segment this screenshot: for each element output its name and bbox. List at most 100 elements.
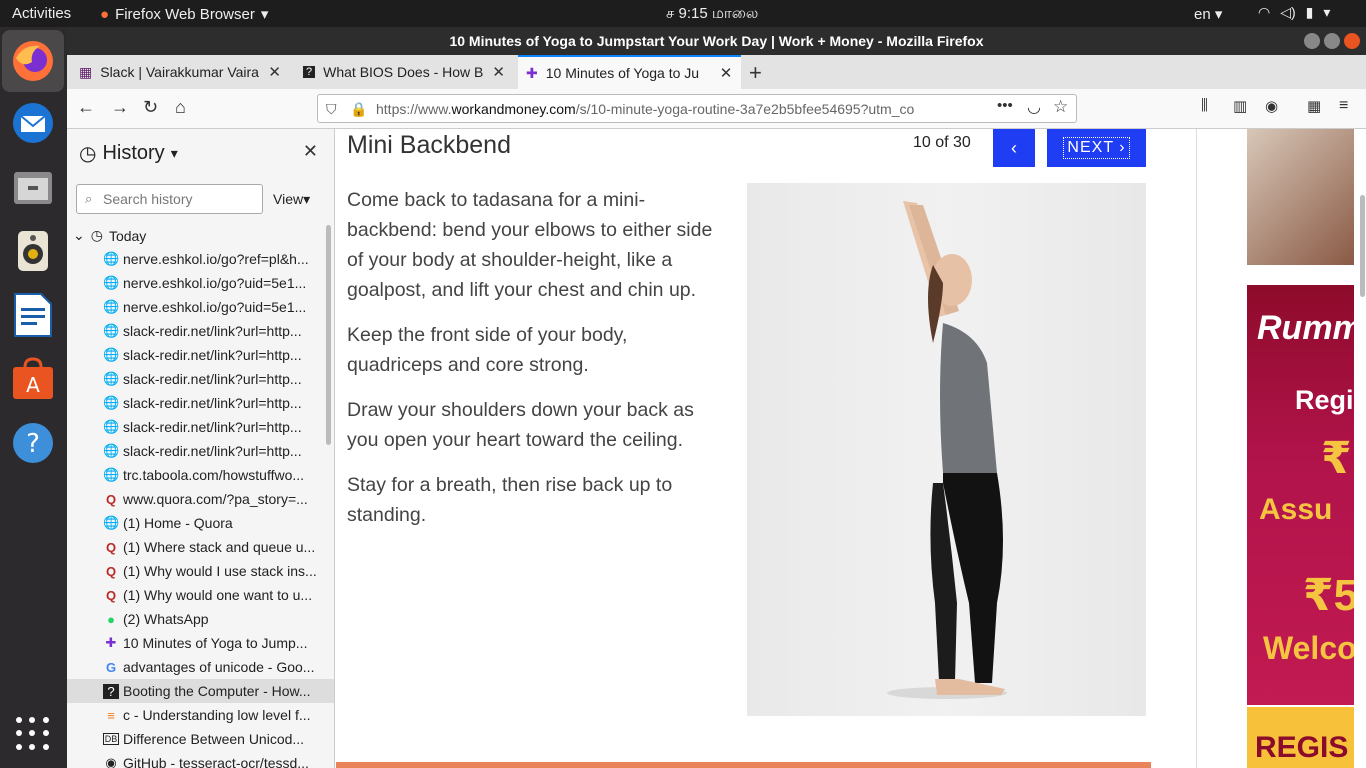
history-item[interactable]: ● (2) WhatsApp xyxy=(67,607,334,631)
maximize-button[interactable] xyxy=(1324,33,1340,49)
url-bar[interactable]: ⛉ 🔒 https://www. workandmoney.com/s/10-mi… xyxy=(317,94,1077,123)
history-item[interactable]: 🌐 slack-redir.net/link?url=http... xyxy=(67,319,334,343)
history-item[interactable]: 🌐 slack-redir.net/link?url=http... xyxy=(67,415,334,439)
files-icon xyxy=(14,172,52,204)
dock-rhythmbox[interactable] xyxy=(9,227,57,275)
lock-icon[interactable]: 🔒 xyxy=(350,101,367,118)
history-item[interactable]: ✚ 10 Minutes of Yoga to Jump... xyxy=(67,631,334,655)
workandmoney-icon: ✚ xyxy=(105,635,117,650)
history-item[interactable]: Q (1) Why would one want to u... xyxy=(67,583,334,607)
tab-label: Slack | Vairakkumar Vaira xyxy=(100,64,259,80)
globe-icon: 🌐 xyxy=(103,323,120,338)
history-group-today[interactable]: ⌄ ◷ Today xyxy=(73,227,146,244)
paragraph: Come back to tadasana for a mini-backben… xyxy=(347,189,713,301)
history-item[interactable]: ◉ GitHub - tesseract-ocr/tessd... xyxy=(67,751,334,768)
show-applications-button[interactable] xyxy=(16,717,50,751)
library-icon[interactable]: ⫼ xyxy=(1201,97,1208,114)
battery-icon: ▮ xyxy=(1305,4,1314,20)
back-button[interactable]: ← xyxy=(77,97,95,118)
extensions-icon[interactable]: ▦ xyxy=(1307,97,1321,115)
history-item[interactable]: 🌐 nerve.eshkol.io/go?ref=pl&h... xyxy=(67,247,334,271)
history-item[interactable]: 🌐 nerve.eshkol.io/go?uid=5e1... xyxy=(67,271,334,295)
yoga-pose-photo xyxy=(747,183,1146,716)
history-item[interactable]: 🌐 trc.taboola.com/howstuffwo... xyxy=(67,463,334,487)
history-item[interactable]: 🌐 slack-redir.net/link?url=http... xyxy=(67,367,334,391)
hamburger-menu-icon[interactable]: ≡ xyxy=(1339,97,1348,115)
tab-slack[interactable]: ▦ Slack | Vairakkumar Vaira ✕ xyxy=(71,55,289,89)
tab-howstuffworks[interactable]: ? What BIOS Does - How B ✕ xyxy=(295,55,513,89)
history-item-label: trc.taboola.com/howstuffwo... xyxy=(123,467,305,483)
history-item[interactable]: 🌐 slack-redir.net/link?url=http... xyxy=(67,391,334,415)
app-menu[interactable]: ● Firefox Web Browser ▾ xyxy=(100,5,268,24)
sidebar-scrollbar[interactable] xyxy=(326,225,331,445)
reload-button[interactable]: ↻ xyxy=(143,97,158,118)
slide-title: Mini Backbend xyxy=(347,131,511,159)
history-item[interactable]: 🌐 slack-redir.net/link?url=http... xyxy=(67,343,334,367)
close-window-button[interactable] xyxy=(1344,33,1360,49)
history-item[interactable]: ? Booting the Computer - How... xyxy=(67,679,334,703)
rummy-advertisement[interactable]: Rumm Regi ₹ Assu ₹5 Welco xyxy=(1247,285,1354,705)
history-item[interactable]: 🌐 nerve.eshkol.io/go?uid=5e1... xyxy=(67,295,334,319)
dock: A ? xyxy=(0,27,67,768)
close-icon[interactable]: ✕ xyxy=(720,64,733,82)
next-button[interactable]: NEXT › xyxy=(1047,129,1146,167)
page-scrollbar[interactable] xyxy=(1360,195,1365,297)
history-item-label: Booting the Computer - How... xyxy=(123,683,311,699)
view-menu-button[interactable]: View▾ xyxy=(273,191,310,208)
tab-yoga[interactable]: ✚ 10 Minutes of Yoga to Ju ✕ xyxy=(518,55,741,89)
search-history-input[interactable]: ⌕ Search history xyxy=(76,184,263,214)
chevron-down-icon: ⌄ xyxy=(73,227,85,243)
home-button[interactable]: ⌂ xyxy=(175,97,186,118)
bookmark-star-icon[interactable]: ☆ xyxy=(1053,97,1068,117)
dock-thunderbird[interactable] xyxy=(9,99,57,147)
quora-icon: Q xyxy=(105,563,117,579)
forward-button[interactable]: → xyxy=(111,97,129,118)
dock-help[interactable]: ? xyxy=(9,419,57,467)
wifi-icon: ◠ xyxy=(1258,4,1271,20)
history-item-label: (1) Where stack and queue u... xyxy=(123,539,316,555)
dock-writer[interactable] xyxy=(9,291,57,339)
pocket-icon[interactable]: ◡ xyxy=(1027,97,1041,117)
ad-text: Assu xyxy=(1259,493,1333,526)
stackoverflow-icon: ≡ xyxy=(107,707,115,723)
history-item[interactable]: Q (1) Where stack and queue u... xyxy=(67,535,334,559)
sidebar-title: History xyxy=(102,142,165,164)
advertisement-image[interactable] xyxy=(1247,129,1354,265)
tab-label: 10 Minutes of Yoga to Ju xyxy=(545,65,700,81)
history-item[interactable]: 🌐 slack-redir.net/link?url=http... xyxy=(67,439,334,463)
history-sidebar: ◷ History ▾ ✕ ⌕ Search history View▾ ⌄ ◷… xyxy=(67,129,335,768)
history-item-label: nerve.eshkol.io/go?uid=5e1... xyxy=(123,299,307,315)
account-icon[interactable]: ◉ xyxy=(1265,97,1278,115)
sidebar-switcher[interactable]: ◷ History ▾ xyxy=(79,141,178,166)
dock-firefox[interactable] xyxy=(2,30,64,92)
minimize-button[interactable] xyxy=(1304,33,1320,49)
chevron-down-icon: ▾ xyxy=(1323,4,1331,20)
close-sidebar-button[interactable]: ✕ xyxy=(303,141,318,162)
globe-icon: 🌐 xyxy=(103,419,120,434)
view-label: View xyxy=(273,191,304,207)
activities-button[interactable]: Activities xyxy=(12,5,71,22)
navigation-toolbar: ← → ↻ ⌂ ⛉ 🔒 https://www. workandmoney.com… xyxy=(67,89,1366,129)
close-icon[interactable]: ✕ xyxy=(268,63,281,81)
dock-software[interactable]: A xyxy=(9,355,57,403)
dock-files[interactable] xyxy=(9,163,57,211)
workandmoney-icon: ✚ xyxy=(526,64,538,81)
ad-register-button[interactable]: REGIS xyxy=(1247,707,1354,768)
previous-button[interactable]: ‹ xyxy=(993,129,1035,167)
history-item-label: slack-redir.net/link?url=http... xyxy=(123,347,302,363)
history-item[interactable]: ≡ c - Understanding low level f... xyxy=(67,703,334,727)
history-item[interactable]: 🌐 (1) Home - Quora xyxy=(67,511,334,535)
history-item[interactable]: Qwww.quora.com/?pa_story=... xyxy=(67,487,334,511)
history-item[interactable]: Gadvantages of unicode - Goo... xyxy=(67,655,334,679)
new-tab-button[interactable]: + xyxy=(749,60,762,86)
next-label: NEXT › xyxy=(1063,137,1130,159)
language-indicator[interactable]: en ▾ xyxy=(1194,5,1222,23)
page-actions-icon[interactable]: ••• xyxy=(997,97,1013,114)
close-icon[interactable]: ✕ xyxy=(492,63,505,81)
history-item[interactable]: Q (1) Why would I use stack ins... xyxy=(67,559,334,583)
sidebar-toggle-icon[interactable]: ▥ xyxy=(1233,97,1247,115)
tracking-shield-icon[interactable]: ⛉ xyxy=(326,101,337,118)
system-tray[interactable]: ◠ ◁) ▮ ▾ xyxy=(1258,4,1330,21)
history-item[interactable]: DB Difference Between Unicod... xyxy=(67,727,334,751)
clock[interactable]: ச 9:15 மாலை xyxy=(666,5,758,24)
